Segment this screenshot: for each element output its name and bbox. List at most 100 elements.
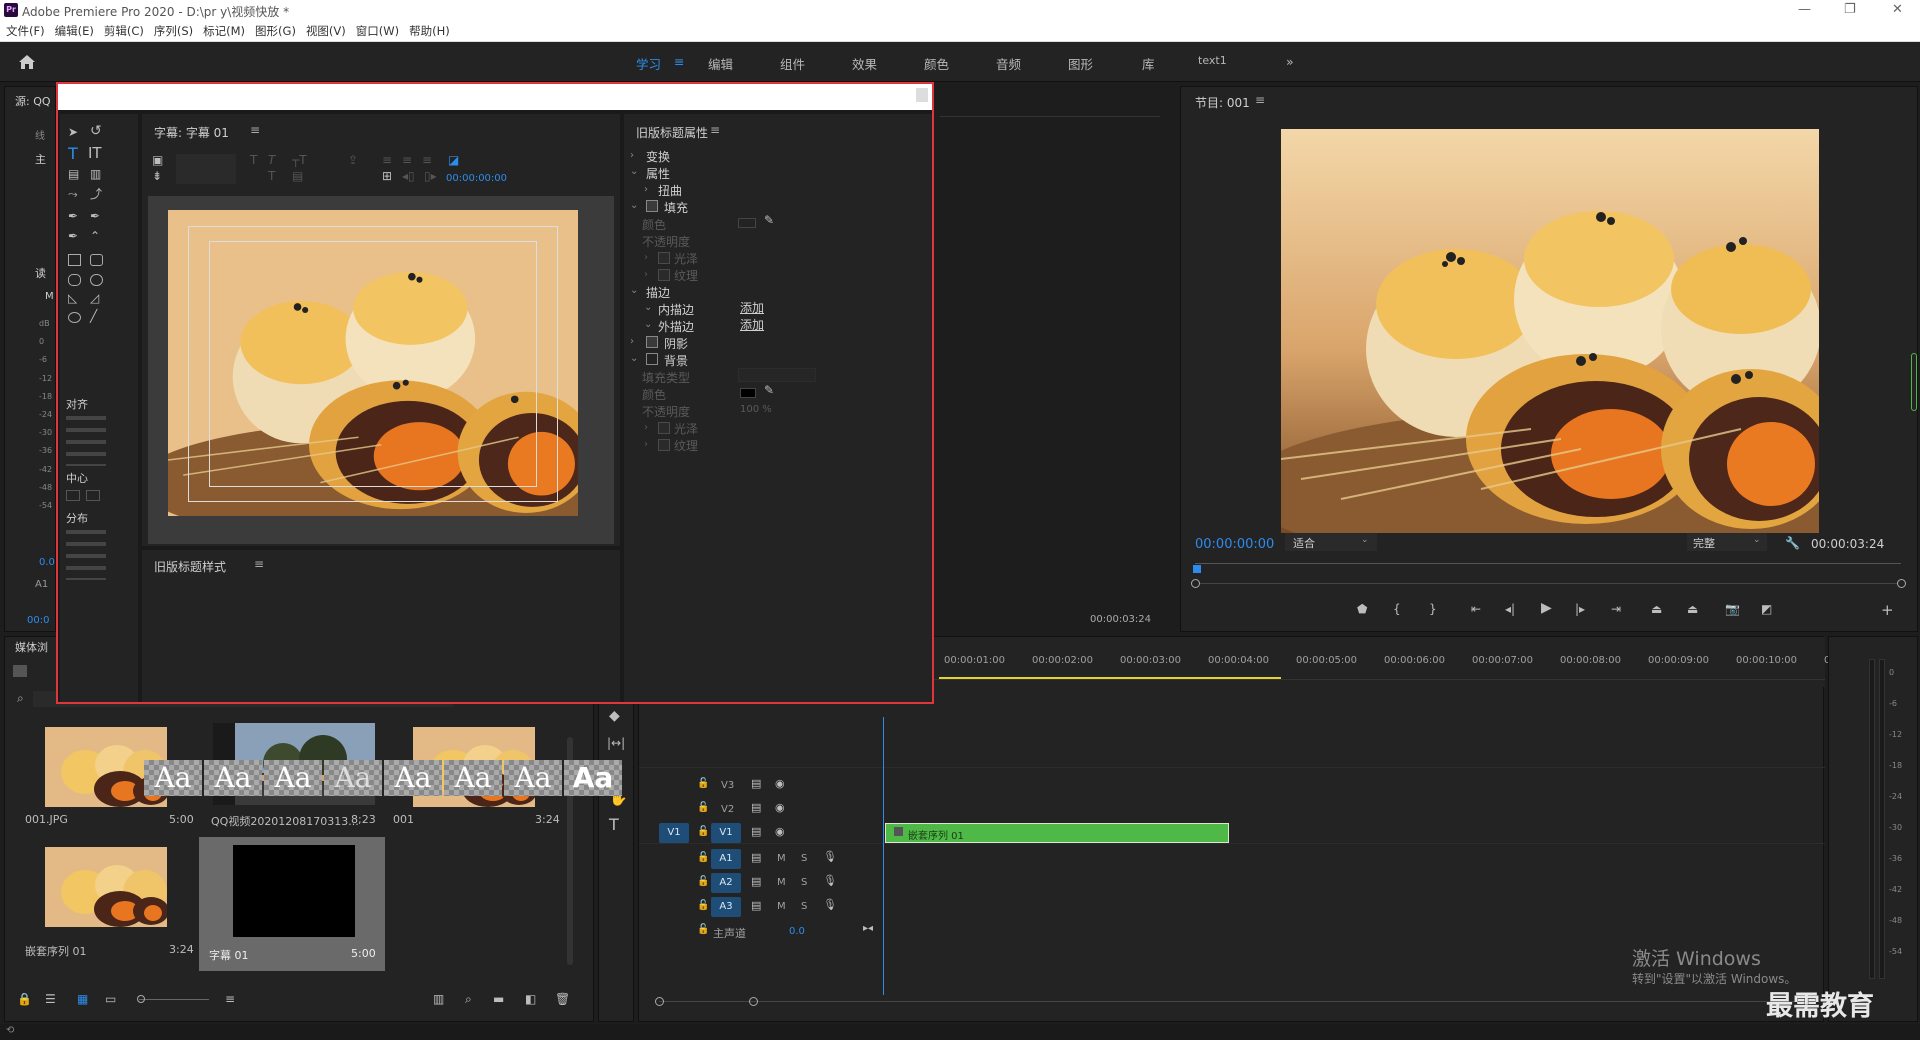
menu-window[interactable]: 窗口(W) <box>352 20 403 39</box>
chevron-right-icon[interactable]: › <box>644 252 648 263</box>
shadow-checkbox[interactable] <box>646 336 658 348</box>
lock-icon[interactable]: 🔓 <box>697 877 709 887</box>
selection-tool-icon[interactable]: ➤ <box>68 126 78 138</box>
vertical-area-type-tool-icon[interactable]: ▥ <box>90 168 101 180</box>
menu-file[interactable]: 文件(F) <box>2 20 49 39</box>
prop-distort[interactable]: 扭曲 <box>658 182 682 199</box>
solo-button[interactable]: S <box>801 877 807 888</box>
font-family-dropdown[interactable] <box>176 154 236 184</box>
title-style-swatch[interactable]: Aa <box>324 760 382 796</box>
vertical-type-tool-icon[interactable]: ⅠT <box>88 146 102 161</box>
program-zoom-bar[interactable] <box>1195 583 1901 584</box>
prop-inner-stroke[interactable]: 内描边 <box>658 301 694 318</box>
solo-button[interactable]: S <box>801 853 807 864</box>
freeform-view-icon[interactable]: ▭ <box>105 993 116 1005</box>
mute-button[interactable]: M <box>777 877 786 888</box>
workspace-libraries[interactable]: 库 <box>1142 54 1155 73</box>
mark-out-icon[interactable]: } <box>1429 603 1437 615</box>
source-panel-tab[interactable]: 源: QQ <box>15 93 51 109</box>
home-icon[interactable] <box>18 54 36 70</box>
underline-icon[interactable]: T <box>268 170 275 182</box>
title-style-swatch[interactable]: Aa <box>384 760 442 796</box>
timeline-playhead[interactable] <box>883 717 884 995</box>
prop-outer-stroke[interactable]: 外描边 <box>658 318 694 335</box>
path-type-tool-icon[interactable]: ⤳ <box>68 188 78 200</box>
rounded-rectangle-tool-icon[interactable] <box>90 254 103 266</box>
type-tool-icon[interactable]: T <box>609 817 619 833</box>
background-checkbox[interactable] <box>646 353 658 365</box>
fit-dropdown[interactable]: 适合 ⌄ <box>1285 533 1377 551</box>
program-playhead[interactable] <box>1193 565 1201 573</box>
list-view-icon[interactable]: ☰ <box>45 993 56 1005</box>
selected-media-item[interactable]: 字幕 01 5:00 <box>199 837 385 971</box>
lock-icon[interactable]: 🔓 <box>697 925 709 935</box>
lock-icon[interactable]: 🔓 <box>697 779 709 789</box>
font-size-icon[interactable]: T <box>250 154 257 166</box>
sync-lock-icon[interactable]: ▤ <box>751 900 761 911</box>
kerning-icon[interactable]: ┬T <box>292 154 307 166</box>
zoom-handle-left[interactable] <box>1191 579 1200 588</box>
title-styles-tab[interactable]: 旧版标题样式 <box>154 558 226 575</box>
find-icon[interactable]: ⌕ <box>465 993 472 1005</box>
pen-tool-icon[interactable]: ✒ <box>68 210 78 222</box>
restore-icon[interactable]: ❐ <box>1844 2 1856 17</box>
project-panel-tab[interactable]: 媒体浏 <box>15 639 48 655</box>
track-target-a1[interactable]: A1 <box>711 849 741 869</box>
h-scrollbar[interactable] <box>659 1001 1809 1002</box>
title-style-swatch[interactable]: Aa <box>444 760 502 796</box>
play-icon[interactable]: ▶ <box>1541 601 1552 615</box>
lock-icon[interactable]: 🔒 <box>17 993 32 1005</box>
menu-clip[interactable]: 剪辑(C) <box>100 20 148 39</box>
sync-lock-icon[interactable]: ▤ <box>751 826 761 837</box>
eye-icon[interactable]: ◉ <box>775 826 785 837</box>
prop-background[interactable]: 背景 <box>664 352 688 369</box>
title-style-swatch[interactable]: Aa <box>144 760 202 796</box>
comparison-view-icon[interactable]: ◩ <box>1761 603 1772 615</box>
center-horizontal-icon[interactable] <box>86 490 100 501</box>
zoom-handle-right[interactable] <box>1897 579 1906 588</box>
workspace-graphics[interactable]: 图形 <box>1068 54 1093 73</box>
workspace-assembly[interactable]: 组件 <box>780 54 805 73</box>
program-monitor-tab[interactable]: 节目: 001 <box>1195 94 1250 111</box>
align-buttons[interactable] <box>66 416 106 466</box>
microphone-icon[interactable]: 🎙 <box>823 899 837 910</box>
step-back-icon[interactable]: ◂| <box>1505 603 1515 615</box>
program-current-time[interactable]: 00:00:00:00 <box>1195 537 1274 552</box>
fill-type-dropdown[interactable] <box>738 368 816 382</box>
center-vertical-icon[interactable] <box>66 490 80 501</box>
media-thumbnail[interactable] <box>45 847 167 927</box>
prop-attributes[interactable]: 属性 <box>646 165 670 182</box>
clipped-rectangle-tool-icon[interactable] <box>68 274 81 286</box>
export-frame-icon[interactable]: 📷 <box>1725 603 1740 615</box>
menu-graphics[interactable]: 图形(G) <box>251 20 300 39</box>
dialog-close-icon[interactable] <box>916 88 928 102</box>
fill-checkbox[interactable] <box>646 200 658 212</box>
mute-button[interactable]: M <box>777 901 786 912</box>
workspace-color[interactable]: 颜色 <box>924 54 949 73</box>
sync-lock-icon[interactable]: ▤ <box>751 876 761 887</box>
h-scroll-handle[interactable] <box>655 997 664 1006</box>
solo-button[interactable]: S <box>801 901 807 912</box>
arc-tool-icon[interactable]: ◿ <box>90 292 99 304</box>
workspace-menu-icon[interactable]: ≡ <box>674 54 684 69</box>
search-icon[interactable]: ⌕ <box>17 691 24 706</box>
minimize-icon[interactable]: — <box>1798 2 1811 17</box>
vertical-path-type-tool-icon[interactable]: ⤴ <box>90 188 102 200</box>
menu-help[interactable]: 帮助(H) <box>405 20 454 39</box>
sync-lock-icon[interactable]: ▤ <box>751 802 761 813</box>
track-target-a3[interactable]: A3 <box>711 897 741 917</box>
add-inner-stroke-link[interactable]: 添加 <box>740 299 764 316</box>
close-icon[interactable]: ✕ <box>1892 2 1903 17</box>
chevron-right-icon[interactable]: › <box>644 439 648 450</box>
trash-icon[interactable]: 🗑 <box>555 993 570 1005</box>
sync-lock-icon[interactable]: ▤ <box>751 852 761 863</box>
new-title-icon[interactable]: ▣ <box>152 154 163 166</box>
sync-lock-icon[interactable]: ▤ <box>751 778 761 789</box>
bg-opacity-value[interactable]: 100 % <box>740 404 772 415</box>
source-patch-v1[interactable]: V1 <box>659 823 689 843</box>
title-canvas[interactable] <box>148 196 614 544</box>
title-style-swatch[interactable]: Aa <box>204 760 262 796</box>
quality-dropdown[interactable]: 完整 ⌄ <box>1687 533 1767 551</box>
scroll-indicator[interactable] <box>1911 353 1917 411</box>
chevron-right-icon[interactable]: › <box>630 336 634 347</box>
